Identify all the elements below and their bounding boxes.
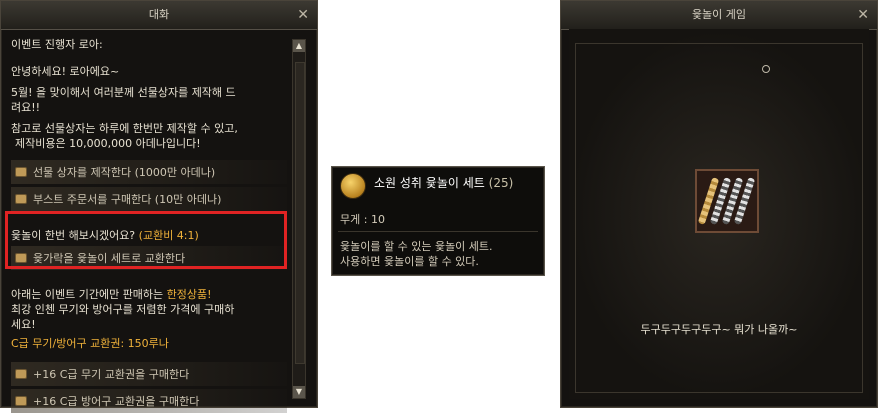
close-icon[interactable]: ✕ (857, 1, 869, 29)
option-buy-armor-ticket[interactable]: +16 C급 방어구 교환권을 구매한다 (11, 389, 287, 413)
promo-line3: 세요! (11, 318, 36, 331)
dialog-title: 대화 (148, 8, 170, 21)
dialog-titlebar[interactable]: 대화 ✕ (1, 1, 317, 30)
option-bullet-icon (15, 167, 27, 177)
scrollbar-thumb[interactable] (295, 62, 305, 364)
promo-text: 아래는 이벤트 기간에만 판매하는 (11, 288, 164, 301)
yut-game-window: 윷놀이 게임 ✕ 두구두구두구두구~ 뭐가 나올까~ (560, 0, 878, 408)
close-icon[interactable]: ✕ (297, 1, 309, 29)
item-count: (25) (488, 176, 514, 190)
divider (338, 231, 538, 232)
option-bullet-icon (15, 369, 27, 379)
highlight-box (5, 211, 287, 269)
option-bullet-icon (15, 194, 27, 204)
option-buy-weapon-ticket[interactable]: +16 C급 무기 교환권을 구매한다 (11, 362, 287, 386)
item-weight: 무게 : 10 (340, 213, 385, 226)
speaker-name: 이벤트 진행자 로아: (11, 38, 103, 51)
game-status-message: 두구두구두구두구~ 뭐가 나올까~ (640, 323, 798, 336)
intro-text-line1: 5월! 을 맞이해서 여러분께 선물상자를 제작해 드 (11, 86, 236, 99)
option-craft-giftbox[interactable]: 선물 상자를 제작한다 (1000만 아데나) (11, 160, 287, 184)
item-description-line2: 사용하면 윷놀이를 할 수 있다. (340, 255, 479, 268)
game-titlebar[interactable]: 윷놀이 게임 ✕ (561, 1, 877, 30)
option-label: +16 C급 방어구 교환권을 구매한다 (33, 394, 200, 408)
info-text-line2: 제작비용은 10,000,000 아데나입니다! (15, 137, 201, 150)
option-buy-boost-scroll[interactable]: 부스트 주문서를 구매한다 (10만 아데나) (11, 187, 287, 211)
yut-sticks-icon (695, 169, 759, 233)
intro-text-line2: 려요!! (11, 101, 41, 114)
dialog-window: 대화 ✕ 이벤트 진행자 로아: 안녕하세요! 로아에요~ 5월! 을 맞이해서… (0, 0, 318, 413)
option-bullet-icon (15, 396, 27, 406)
promo-line1: 아래는 이벤트 기간에만 판매하는 한정상품! (11, 287, 287, 302)
item-name-text: 소원 성취 윷놀이 세트 (374, 176, 485, 190)
dialog-scrollbar[interactable]: ▲ ▼ (292, 39, 306, 399)
price-line: C급 무기/방어구 교환권: 150루나 (11, 337, 169, 350)
game-board: 두구두구두구두구~ 뭐가 나올까~ (569, 29, 869, 399)
greeting-text: 안녕하세요! 로아에요~ (11, 65, 120, 78)
promo-line2: 최강 인첸 무기와 방어구를 저렴한 가격에 구매하 (11, 303, 235, 316)
scroll-up-icon[interactable]: ▲ (293, 40, 305, 52)
scroll-down-icon[interactable]: ▼ (293, 386, 305, 398)
item-description-line1: 윷놀이를 할 수 있는 윷놀이 세트. (340, 240, 493, 253)
limited-item-label: 한정상품! (166, 288, 212, 301)
option-label: 선물 상자를 제작한다 (1000만 아데나) (33, 165, 216, 179)
option-label: +16 C급 무기 교환권을 구매한다 (33, 367, 190, 381)
item-tooltip: 소원 성취 윷놀이 세트 (25) 무게 : 10 윷놀이를 할 수 있는 윷놀… (331, 166, 545, 276)
item-description: 윷놀이를 할 수 있는 윷놀이 세트. 사용하면 윷놀이를 할 수 있다. (340, 239, 493, 269)
option-label: 부스트 주문서를 구매한다 (10만 아데나) (33, 192, 222, 206)
ring-icon (762, 65, 770, 73)
pouch-icon (340, 173, 366, 199)
info-text-line1: 참고로 선물상자는 하루에 한번만 제작할 수 있고, (11, 122, 238, 135)
item-name: 소원 성취 윷놀이 세트 (25) (374, 174, 513, 191)
game-title: 윷놀이 게임 (691, 8, 747, 21)
